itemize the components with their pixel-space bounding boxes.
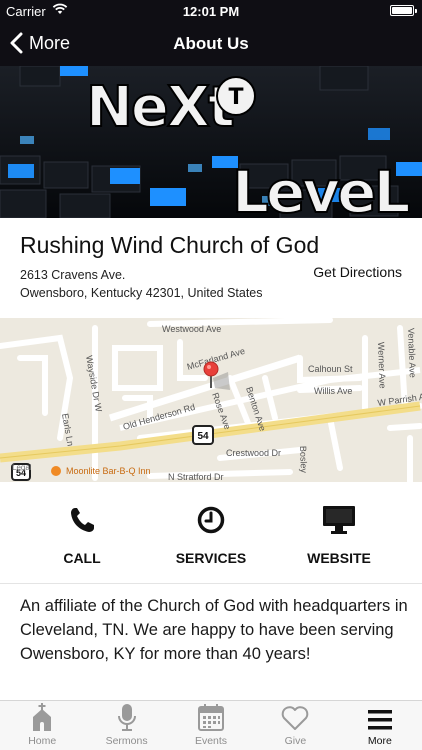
map-poi: Moonlite Bar-B-Q Inn bbox=[66, 466, 151, 476]
menu-icon bbox=[367, 710, 392, 730]
address-line1: 2613 Cravens Ave. bbox=[20, 268, 126, 282]
map-street: Calhoun St bbox=[308, 364, 353, 374]
page-title: About Us bbox=[173, 34, 249, 53]
tab-home[interactable]: Home bbox=[0, 701, 84, 750]
call-label: CALL bbox=[63, 550, 101, 566]
tab-label: More bbox=[367, 735, 392, 747]
call-button[interactable]: CALL bbox=[12, 504, 152, 566]
status-bar: Carrier 12:01 PM bbox=[0, 0, 422, 22]
map-street: Willis Ave bbox=[314, 386, 352, 396]
navigation-header: Carrier 12:01 PM More About Us bbox=[0, 0, 422, 66]
phone-icon bbox=[71, 508, 94, 532]
tab-bar: Home Sermons Events Give More bbox=[0, 700, 422, 750]
status-time: 12:01 PM bbox=[182, 4, 240, 19]
church-name: Rushing Wind Church of God bbox=[20, 232, 320, 258]
tab-more[interactable]: More bbox=[338, 701, 422, 750]
services-label: SERVICES bbox=[175, 550, 247, 566]
restaurant-icon bbox=[51, 466, 61, 476]
contact-actions: CALL SERVICES WEBSITE bbox=[0, 482, 422, 584]
church-info: Rushing Wind Church of God 2613 Cravens … bbox=[0, 218, 422, 318]
battery-fill bbox=[392, 7, 412, 14]
banner-line1: NeXt bbox=[86, 75, 234, 140]
map-street: Bosley bbox=[298, 446, 309, 474]
microphone-icon bbox=[117, 704, 136, 731]
website-label: WEBSITE bbox=[307, 550, 371, 566]
banner-badge: T bbox=[228, 85, 243, 110]
services-button[interactable]: SERVICES bbox=[141, 504, 281, 566]
church-icon bbox=[33, 703, 52, 731]
map-graphic: Westwood Ave McFarland Ave Calhoun St Wi… bbox=[0, 318, 422, 482]
calendar-icon bbox=[198, 704, 225, 731]
get-directions-link[interactable]: Get Directions bbox=[313, 264, 402, 280]
map-street: Venable Ave bbox=[406, 328, 418, 378]
address-line2: Owensboro, Kentucky 42301, United States bbox=[20, 286, 263, 300]
route-shield-label: 54 bbox=[197, 431, 209, 442]
website-button[interactable]: WEBSITE bbox=[269, 504, 409, 566]
battery-icon bbox=[390, 5, 417, 16]
church-description: An affiliate of the Church of God with h… bbox=[20, 597, 408, 663]
next-level-banner: NeXt T LeveL bbox=[0, 66, 422, 218]
tab-label: Events bbox=[194, 735, 228, 747]
map-street: Westwood Ave bbox=[162, 324, 221, 334]
banner-line2: LeveL bbox=[232, 158, 409, 218]
tab-label: Give bbox=[284, 735, 307, 747]
clock-icon bbox=[197, 506, 225, 534]
heart-icon bbox=[282, 706, 309, 730]
location-map[interactable]: Westwood Ave McFarland Ave Calhoun St Wi… bbox=[0, 318, 422, 482]
banner-graphic: NeXt T LeveL bbox=[0, 66, 422, 218]
map-street: Crestwood Dr bbox=[226, 448, 281, 458]
map-street: Werner Ave bbox=[376, 342, 388, 389]
tab-events[interactable]: Events bbox=[169, 701, 253, 750]
tab-label: Sermons bbox=[105, 735, 148, 747]
nav-row: More About Us bbox=[0, 22, 422, 66]
map-legal-label: Legal bbox=[12, 463, 32, 472]
tab-give[interactable]: Give bbox=[253, 701, 337, 750]
tab-sermons[interactable]: Sermons bbox=[84, 701, 168, 750]
map-street: N Stratford Dr bbox=[168, 472, 224, 482]
tab-label: Home bbox=[28, 735, 57, 747]
monitor-icon bbox=[323, 506, 355, 534]
route-shield-icon: 54 bbox=[192, 425, 214, 445]
